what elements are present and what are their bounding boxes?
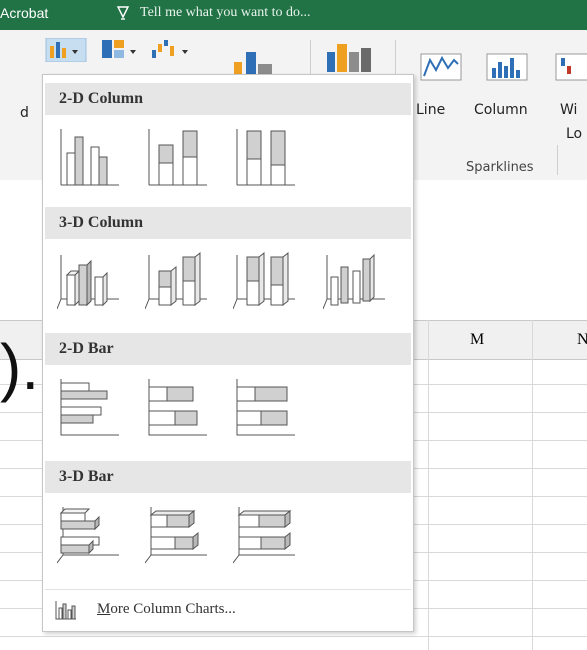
stacked-column-icon[interactable]	[145, 127, 209, 187]
section-header-3d-bar: 3-D Bar	[45, 461, 411, 493]
more-label-rest: ore Column Charts...	[110, 601, 236, 617]
section-header-2d-bar: 2-D Bar	[45, 333, 411, 365]
access-key-letter: M	[97, 601, 111, 617]
lightbulb-icon	[116, 6, 130, 20]
section-title: 2-D Bar	[59, 340, 114, 357]
ribbon-left-partial-label: d	[20, 105, 29, 121]
ribbon-separator	[557, 145, 558, 175]
title-bar: Acrobat Tell me what you want to do...	[0, 0, 587, 30]
stacked-bar-icon[interactable]	[145, 377, 209, 437]
100-stacked-bar-icon[interactable]	[233, 377, 297, 437]
sparkline-column-icon[interactable]	[486, 48, 528, 84]
section-header-3d-column: 3-D Column	[45, 207, 411, 239]
more-column-charts-item[interactable]: More Column Charts...	[45, 589, 411, 630]
grid-line	[532, 320, 533, 650]
3d-stacked-column-icon[interactable]	[145, 251, 209, 311]
sparkline-winloss-icon[interactable]	[555, 48, 587, 84]
sparkline-line-label[interactable]: Line	[416, 102, 445, 118]
3d-clustered-bar-icon[interactable]	[57, 505, 121, 565]
column-header-n[interactable]: N	[577, 331, 587, 349]
3d-clustered-column-icon[interactable]	[57, 251, 121, 311]
background-glyph: ).	[0, 331, 40, 403]
clustered-bar-icon[interactable]	[57, 377, 121, 437]
section-header-2d-column: 2-D Column	[45, 83, 411, 115]
insert-combo-chart-button[interactable]	[232, 48, 282, 74]
3d-100-stacked-column-icon[interactable]	[233, 251, 297, 311]
column-chart-dropdown: 2-D Column 3-D Column 2-D Bar 3-D Bar Mo…	[42, 74, 414, 632]
insert-hierarchy-chart-button[interactable]	[100, 38, 146, 62]
insert-waterfall-chart-button[interactable]	[150, 38, 200, 62]
column-chart-icon	[55, 601, 76, 620]
grid-line	[428, 320, 429, 650]
column-header-m[interactable]: M	[470, 331, 484, 349]
section-title: 3-D Column	[59, 214, 144, 231]
3d-stacked-bar-icon[interactable]	[145, 505, 209, 565]
app-name: Acrobat	[0, 5, 49, 21]
pivot-chart-button[interactable]	[325, 42, 375, 78]
section-title: 2-D Column	[59, 90, 144, 107]
sparkline-winloss-label-bottom[interactable]: Lo	[566, 126, 582, 142]
3d-column-icon[interactable]	[323, 251, 387, 311]
section-title: 3-D Bar	[59, 468, 114, 485]
insert-column-chart-button[interactable]	[44, 38, 92, 62]
sparklines-group-label: Sparklines	[466, 160, 534, 175]
sparkline-column-label[interactable]: Column	[474, 102, 528, 118]
sparkline-winloss-label-top[interactable]: Wi	[560, 102, 577, 118]
grid-line	[0, 636, 587, 637]
100-stacked-column-icon[interactable]	[233, 127, 297, 187]
clustered-column-icon[interactable]	[57, 127, 121, 187]
sparkline-line-icon[interactable]	[420, 48, 462, 84]
tell-me-search[interactable]: Tell me what you want to do...	[140, 5, 311, 21]
3d-100-stacked-bar-icon[interactable]	[233, 505, 297, 565]
more-column-charts-label: More Column Charts...	[97, 601, 236, 618]
